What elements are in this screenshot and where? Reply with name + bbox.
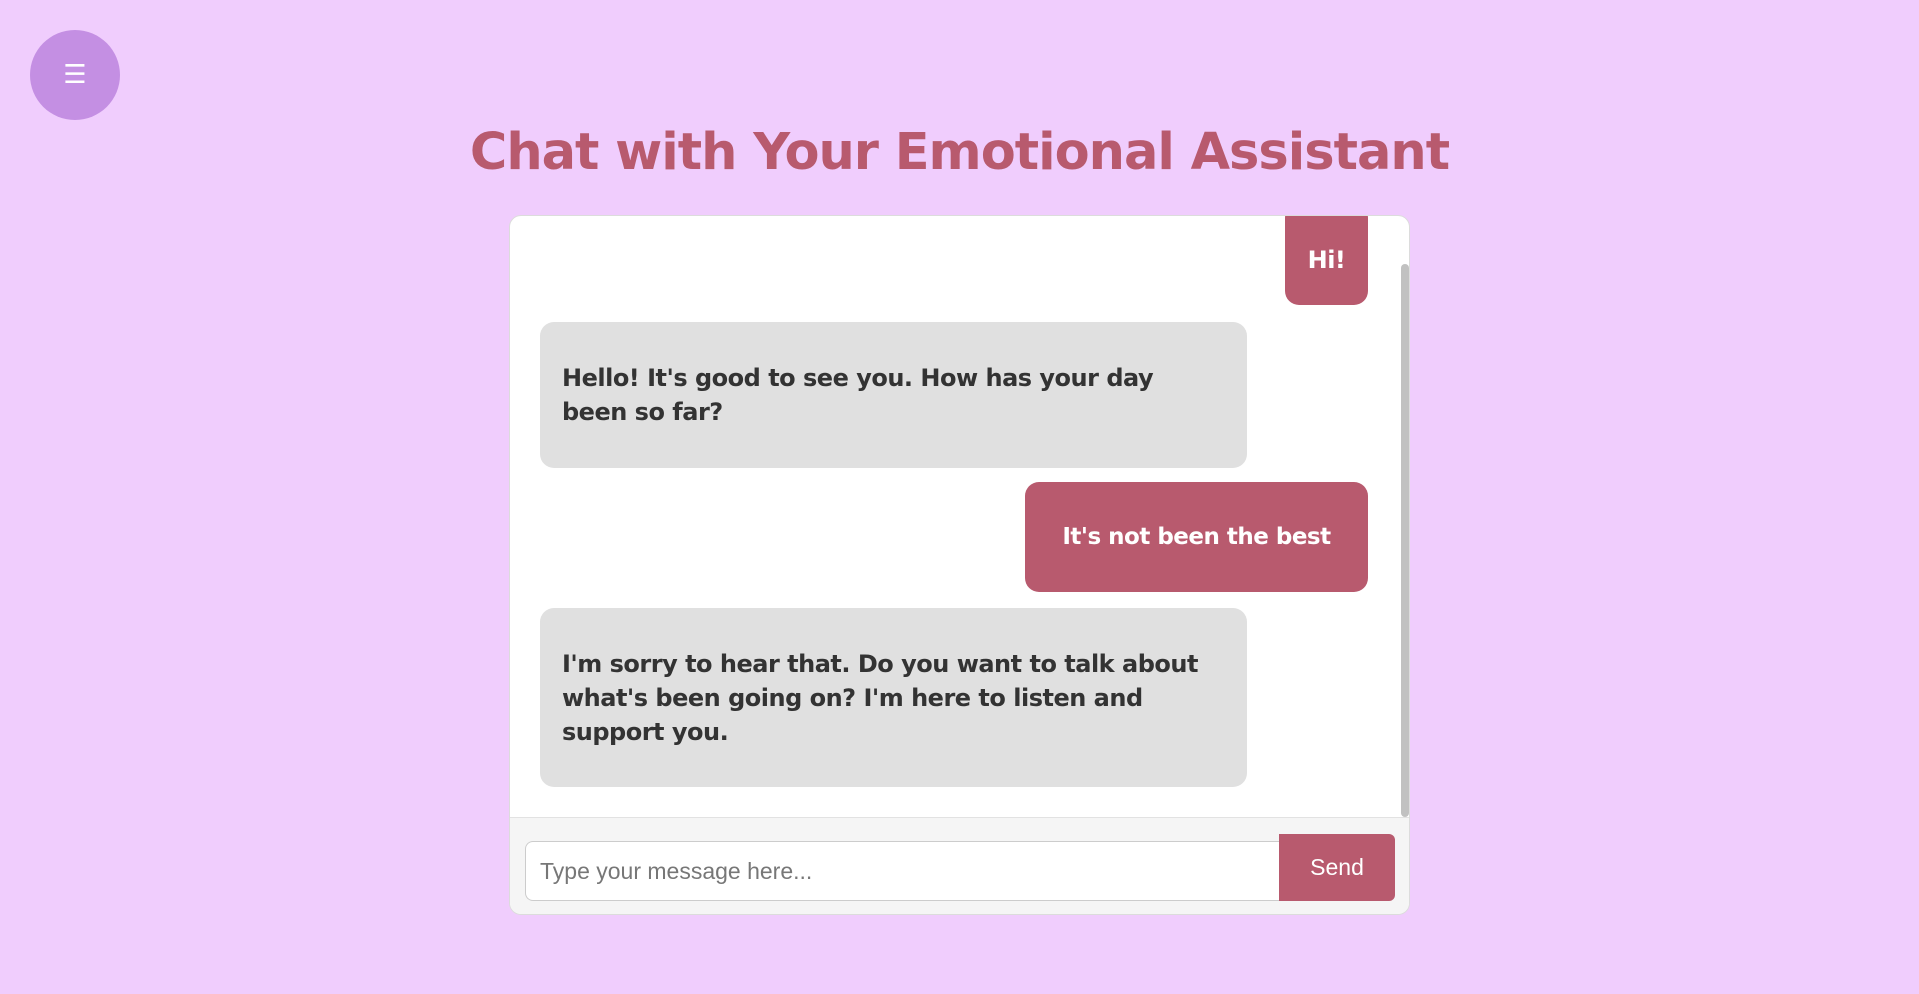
composer-bar: Send xyxy=(510,817,1409,914)
user-message: Hi! xyxy=(1285,216,1368,305)
menu-button[interactable]: ☰ xyxy=(30,30,120,120)
user-message: It's not been the best xyxy=(1025,482,1368,592)
assistant-message: I'm sorry to hear that. Do you want to t… xyxy=(540,608,1247,787)
chat-window: Hi! Hello! It's good to see you. How has… xyxy=(509,215,1410,915)
hamburger-menu-icon: ☰ xyxy=(63,60,87,90)
message-text: Hi! xyxy=(1307,245,1346,274)
send-button[interactable]: Send xyxy=(1279,834,1395,901)
message-list: Hi! Hello! It's good to see you. How has… xyxy=(510,216,1409,818)
message-input[interactable] xyxy=(525,841,1280,901)
message-text: It's not been the best xyxy=(1062,524,1331,550)
page-title: Chat with Your Emotional Assistant xyxy=(469,123,1450,182)
assistant-message: Hello! It's good to see you. How has you… xyxy=(540,322,1247,468)
message-scrollbar[interactable] xyxy=(1399,216,1409,818)
scrollbar-thumb[interactable] xyxy=(1401,264,1409,817)
message-text: I'm sorry to hear that. Do you want to t… xyxy=(562,649,1198,746)
message-text: Hello! It's good to see you. How has you… xyxy=(562,364,1154,426)
